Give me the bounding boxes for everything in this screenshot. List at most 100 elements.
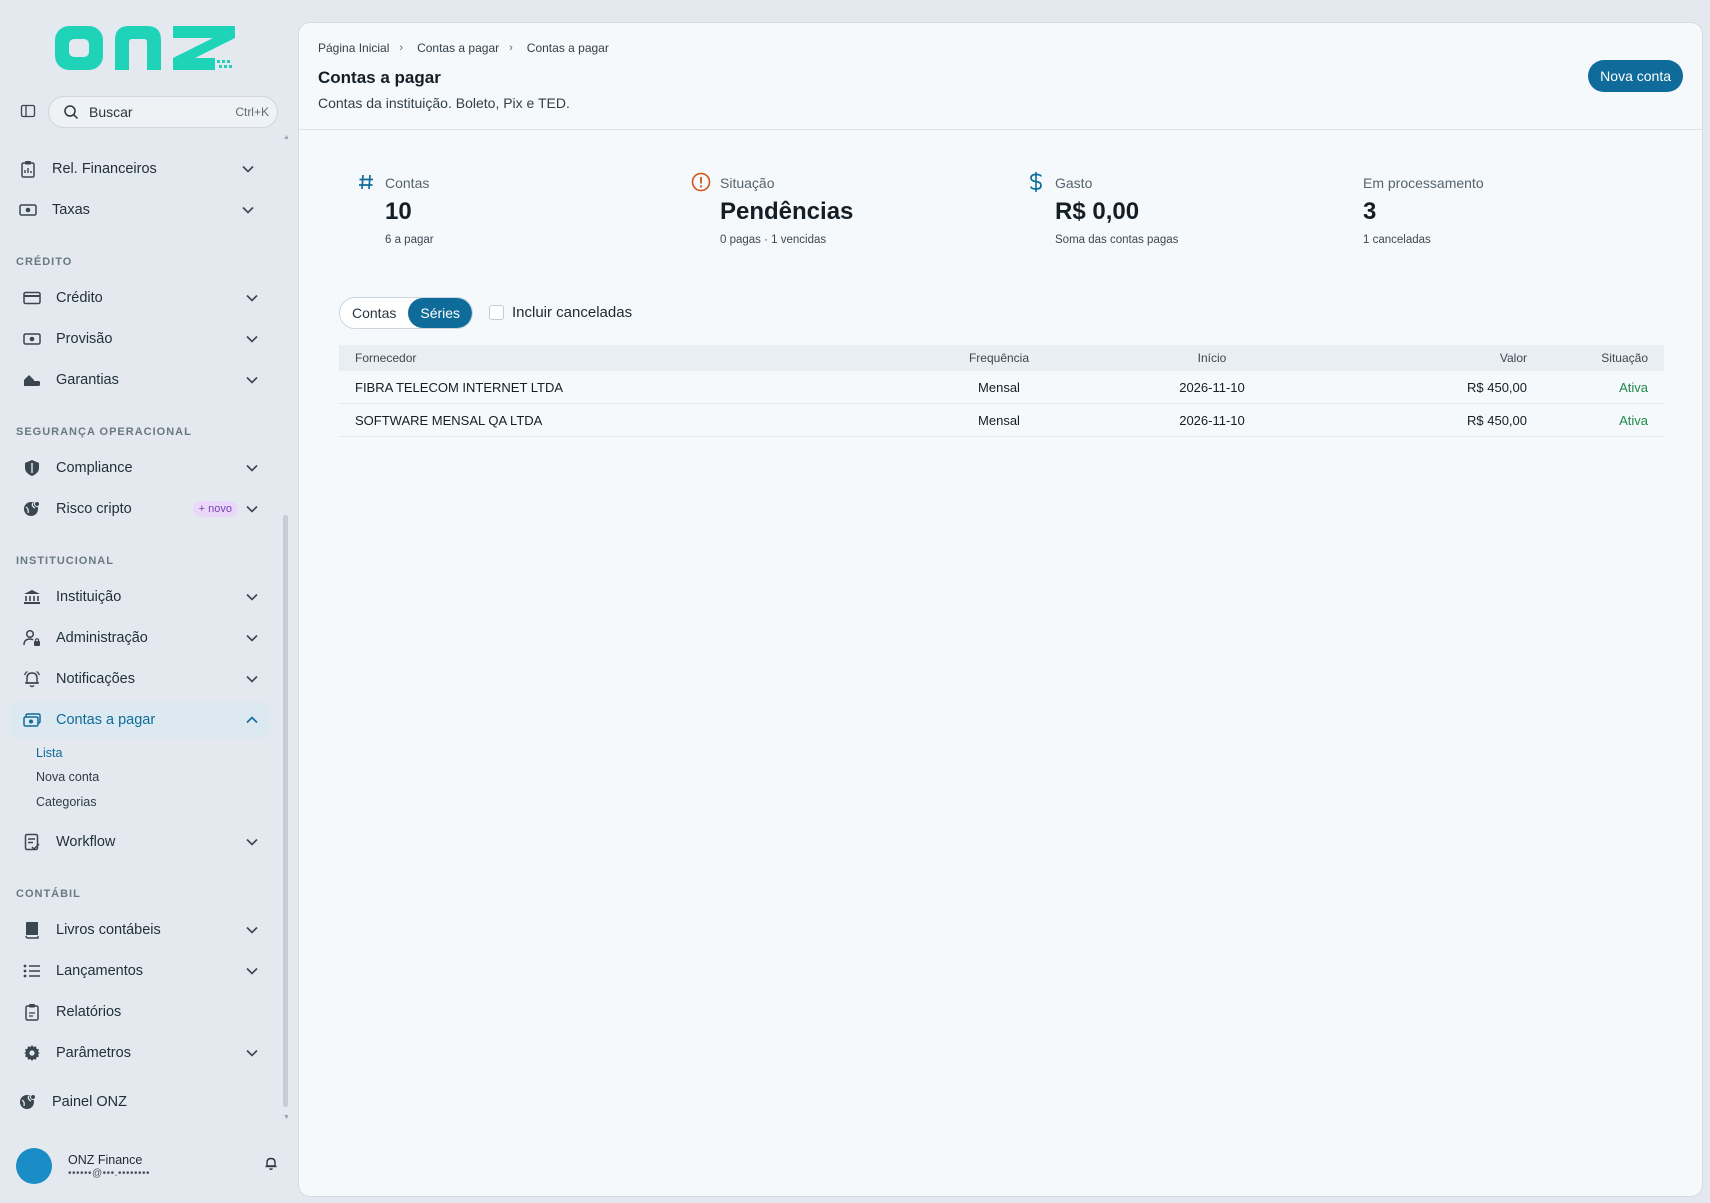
cell-fornecedor: FIBRA TELECOM INTERNET LTDA [355, 379, 564, 395]
sidebar-item-label: Livros contábeis [56, 922, 161, 938]
sidebar-item-relatorios[interactable]: Relatórios [10, 994, 270, 1030]
sidebar-item-taxas[interactable]: Taxas [6, 192, 266, 228]
list-icon [20, 961, 44, 981]
breadcrumb-item-home[interactable]: Página Inicial [318, 41, 389, 55]
stat-value: 10 [385, 198, 412, 225]
subnav-nova-conta[interactable]: Nova conta [36, 770, 99, 784]
cell-valor: R$ 450,00 [1467, 412, 1527, 428]
sidebar-item-label: Lançamentos [56, 963, 144, 979]
chevron-up-icon [244, 712, 260, 728]
table-row[interactable]: SOFTWARE MENSAL QA LTDA Mensal 2026-11-1… [339, 404, 1664, 437]
shield-icon [20, 458, 44, 478]
tab-contas[interactable]: Contas [340, 298, 408, 328]
sidebar-item-label: Administração [56, 630, 148, 646]
section-title-contabil: CONTÁBIL [16, 888, 81, 900]
sidebar-item-instituicao[interactable]: Instituição [10, 579, 270, 615]
sidebar-item-credito[interactable]: Crédito [10, 280, 270, 316]
hash-icon [355, 171, 377, 193]
cell-inicio: 2026-11-10 [1179, 379, 1245, 395]
sidebar-item-contas-a-pagar[interactable]: Contas a pagar [10, 702, 270, 738]
book-icon [20, 920, 44, 940]
clipboard-icon [20, 1002, 44, 1022]
onz-logo[interactable] [55, 22, 237, 74]
cell-situacao: Ativa [1619, 379, 1648, 395]
search-input[interactable]: Buscar Ctrl+K [48, 96, 278, 128]
breadcrumb-item-contas[interactable]: Contas a pagar [417, 41, 499, 55]
header-divider [299, 129, 1702, 130]
table-row[interactable]: FIBRA TELECOM INTERNET LTDA Mensal 2026-… [339, 371, 1664, 404]
stat-label: Situação [720, 175, 775, 191]
search-shortcut: Ctrl+K [235, 105, 269, 119]
sidebar-item-label: Relatórios [56, 1004, 122, 1020]
include-cancelled-toggle[interactable]: Incluir canceladas [489, 304, 632, 321]
sidebar-item-label: Rel. Financeiros [52, 161, 157, 177]
user-name: ONZ Finance [68, 1153, 143, 1167]
chevron-right-icon: › [399, 42, 404, 54]
column-header-frequencia[interactable]: Frequência [899, 351, 1099, 365]
page-subtitle: Contas da instituição. Boleto, Pix e TED… [318, 95, 570, 111]
section-title-credito: CRÉDITO [16, 256, 73, 268]
page-title: Contas a pagar [318, 68, 441, 87]
column-header-valor[interactable]: Valor [1325, 351, 1527, 365]
view-toggle: Contas Séries [339, 297, 474, 329]
search-icon [64, 105, 79, 120]
chevron-down-icon [244, 501, 260, 517]
subnav-categorias[interactable]: Categorias [36, 795, 96, 809]
breadcrumb-item-current: Contas a pagar [526, 41, 609, 55]
search-label: Buscar [89, 104, 133, 120]
sidebar-item-painel-onz[interactable]: Painel ONZ [6, 1084, 266, 1120]
table-header: Fornecedor Frequência Início Valor Situa… [339, 345, 1664, 371]
chevron-down-icon [244, 1045, 260, 1061]
sidebar-item-compliance[interactable]: Compliance [10, 450, 270, 486]
stat-label: Em processamento [1363, 175, 1484, 191]
sidebar-item-risco-cripto[interactable]: Risco cripto + novo [10, 491, 270, 527]
sidebar-item-label: Provisão [56, 331, 113, 347]
include-cancelled-label: Incluir canceladas [512, 304, 633, 321]
column-header-fornecedor[interactable]: Fornecedor [339, 351, 899, 365]
sidebar-item-label: Notificações [56, 671, 135, 687]
avatar[interactable] [16, 1148, 52, 1184]
sidebar-item-rel-financeiros[interactable]: Rel. Financeiros [6, 151, 266, 187]
sidebar-item-parametros[interactable]: Parâmetros [10, 1035, 270, 1071]
scroll-up-arrow[interactable]: ▲ [283, 134, 290, 141]
sidebar-scrollbar[interactable] [283, 515, 288, 1107]
stat-value: Pendências [720, 198, 854, 225]
tab-series[interactable]: Séries [408, 298, 473, 328]
new-account-button[interactable]: Nova conta [1588, 60, 1683, 92]
chevron-down-icon [244, 963, 260, 979]
cell-fornecedor: SOFTWARE MENSAL QA LTDA [355, 412, 543, 428]
main-panel: Página Inicial › Contas a pagar › Contas… [298, 22, 1703, 1197]
globe-icon [20, 499, 44, 519]
user-profile[interactable]: ONZ Finance ••••••@•••.•••••••• [16, 1148, 278, 1184]
chevron-down-icon [244, 331, 260, 347]
stat-gasto: Gasto R$ 0,00 Soma das contas pagas [1030, 172, 1178, 246]
sidebar-item-administracao[interactable]: Administração [10, 620, 270, 656]
sidebar-item-label: Workflow [56, 834, 116, 850]
cell-inicio: 2026-11-10 [1179, 412, 1245, 428]
column-header-situacao[interactable]: Situação [1527, 351, 1664, 365]
sidebar-item-workflow[interactable]: Workflow [10, 824, 270, 860]
chevron-down-icon [244, 922, 260, 938]
sidebar-item-garantias[interactable]: Garantias [10, 362, 270, 398]
money-icon [16, 200, 40, 220]
series-table: Fornecedor Frequência Início Valor Situa… [339, 345, 1664, 437]
sidebar-item-provisao[interactable]: Provisão [10, 321, 270, 357]
sidebar-item-livros-contabeis[interactable]: Livros contábeis [10, 912, 270, 948]
sidebar-item-label: Compliance [56, 460, 133, 476]
column-header-inicio[interactable]: Início [1099, 351, 1325, 365]
sidebar-item-notificacoes[interactable]: Notificações [10, 661, 270, 697]
subnav-lista[interactable]: Lista [36, 746, 62, 760]
sidebar-toggle-icon[interactable] [18, 101, 38, 121]
stat-contas: Contas 10 6 a pagar [359, 174, 434, 246]
stat-value: R$ 0,00 [1055, 198, 1140, 225]
chevron-down-icon [240, 202, 256, 218]
bell-icon[interactable] [264, 1156, 278, 1176]
money-icon [20, 329, 44, 349]
sidebar-item-lancamentos[interactable]: Lançamentos [10, 953, 270, 989]
stat-em-processamento: Em processamento 3 1 canceladas [1363, 175, 1484, 246]
section-title-institucional: INSTITUCIONAL [16, 555, 114, 567]
stat-situacao: Situação Pendências 0 pagas · 1 vencidas [691, 172, 854, 246]
include-cancelled-checkbox[interactable] [489, 305, 504, 320]
scroll-down-arrow[interactable]: ▼ [283, 1114, 290, 1121]
stat-note: 6 a pagar [385, 234, 434, 246]
